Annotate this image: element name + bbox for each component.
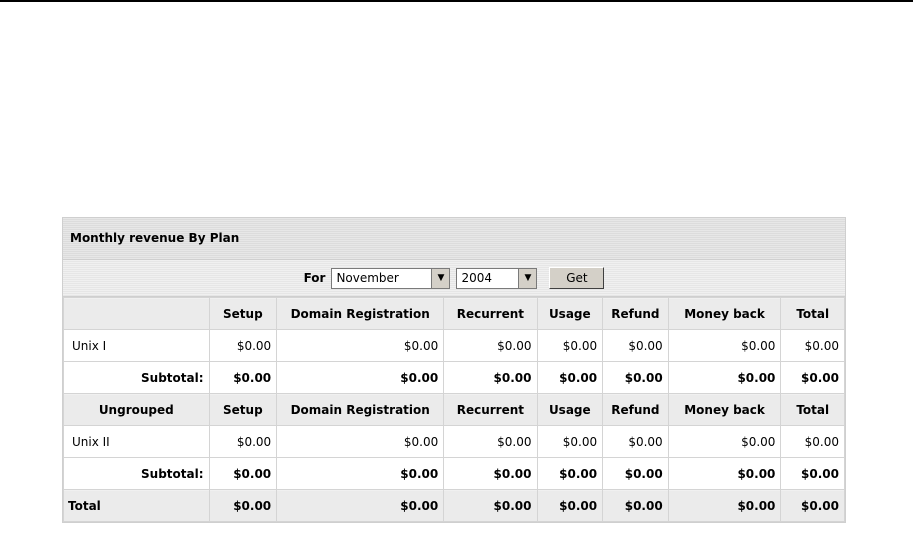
total-money-back: $0.00 (667, 489, 782, 522)
total-domain-registration: $0.00 (276, 489, 445, 522)
column-header-domain-registration: Domain Registration (276, 393, 445, 426)
subtotal-label: Subtotal: (63, 457, 210, 490)
panel-title: Monthly revenue By Plan (63, 218, 845, 260)
subtotal-total: $0.00 (780, 457, 845, 490)
subtotal-domain-registration: $0.00 (276, 361, 445, 394)
cell-refund: $0.00 (602, 425, 669, 458)
column-header-total: Total (780, 393, 845, 426)
subtotal-refund: $0.00 (602, 457, 669, 490)
column-header-domain-registration: Domain Registration (276, 297, 445, 330)
total-refund: $0.00 (602, 489, 669, 522)
subtotal-setup: $0.00 (208, 361, 278, 394)
subtotal-usage: $0.00 (536, 457, 604, 490)
column-header-total: Total (780, 297, 845, 330)
column-header-recurrent: Recurrent (443, 297, 538, 330)
cell-setup: $0.00 (208, 329, 278, 362)
for-label: For (303, 271, 326, 285)
cell-refund: $0.00 (602, 329, 669, 362)
table-row: Unix I $0.00 $0.00 $0.00 $0.00 $0.00 $0.… (63, 329, 845, 362)
group-name (63, 297, 210, 330)
subtotal-money-back: $0.00 (667, 361, 782, 394)
cell-domain-registration: $0.00 (276, 425, 445, 458)
plan-name: Unix II (63, 425, 210, 458)
column-header-usage: Usage (536, 393, 604, 426)
subtotal-row: Subtotal: $0.00 $0.00 $0.00 $0.00 $0.00 … (63, 457, 845, 490)
total-label: Total (63, 489, 210, 522)
plan-name: Unix I (63, 329, 210, 362)
filter-row: For November ▼ 2004 ▼ Get (63, 260, 845, 297)
chevron-down-icon[interactable]: ▼ (518, 268, 537, 288)
column-header-refund: Refund (602, 393, 669, 426)
cell-usage: $0.00 (536, 329, 604, 362)
cell-recurrent: $0.00 (443, 425, 538, 458)
top-divider (0, 0, 913, 2)
subtotal-label: Subtotal: (63, 361, 210, 394)
total-recurrent: $0.00 (443, 489, 538, 522)
cell-domain-registration: $0.00 (276, 329, 445, 362)
year-select[interactable]: 2004 ▼ (456, 267, 538, 289)
revenue-table: Setup Domain Registration Recurrent Usag… (63, 297, 845, 522)
column-header-usage: Usage (536, 297, 604, 330)
group-name: Ungrouped (63, 393, 210, 426)
total-usage: $0.00 (536, 489, 604, 522)
grand-total-row: Total $0.00 $0.00 $0.00 $0.00 $0.00 $0.0… (63, 489, 845, 522)
cell-money-back: $0.00 (667, 329, 782, 362)
monthly-revenue-panel: Monthly revenue By Plan For November ▼ 2… (62, 217, 846, 523)
month-select[interactable]: November ▼ (331, 267, 451, 289)
column-header-setup: Setup (208, 393, 278, 426)
cell-setup: $0.00 (208, 425, 278, 458)
month-select-value: November (336, 270, 399, 285)
subtotal-refund: $0.00 (602, 361, 669, 394)
subtotal-row: Subtotal: $0.00 $0.00 $0.00 $0.00 $0.00 … (63, 361, 845, 394)
column-header-setup: Setup (208, 297, 278, 330)
subtotal-setup: $0.00 (208, 457, 278, 490)
total-setup: $0.00 (208, 489, 278, 522)
group-header-row: Setup Domain Registration Recurrent Usag… (63, 297, 845, 330)
cell-recurrent: $0.00 (443, 329, 538, 362)
column-header-recurrent: Recurrent (443, 393, 538, 426)
subtotal-money-back: $0.00 (667, 457, 782, 490)
group-header-row: Ungrouped Setup Domain Registration Recu… (63, 393, 845, 426)
get-button[interactable]: Get (549, 267, 605, 289)
subtotal-total: $0.00 (780, 361, 845, 394)
cell-total: $0.00 (780, 329, 845, 362)
subtotal-recurrent: $0.00 (443, 361, 538, 394)
table-row: Unix II $0.00 $0.00 $0.00 $0.00 $0.00 $0… (63, 425, 845, 458)
subtotal-recurrent: $0.00 (443, 457, 538, 490)
cell-money-back: $0.00 (667, 425, 782, 458)
cell-usage: $0.00 (536, 425, 604, 458)
subtotal-usage: $0.00 (536, 361, 604, 394)
column-header-money-back: Money back (667, 393, 782, 426)
subtotal-domain-registration: $0.00 (276, 457, 445, 490)
year-select-value: 2004 (461, 270, 492, 285)
cell-total: $0.00 (780, 425, 845, 458)
column-header-refund: Refund (602, 297, 669, 330)
chevron-down-icon[interactable]: ▼ (431, 268, 450, 288)
total-total: $0.00 (780, 489, 845, 522)
column-header-money-back: Money back (667, 297, 782, 330)
